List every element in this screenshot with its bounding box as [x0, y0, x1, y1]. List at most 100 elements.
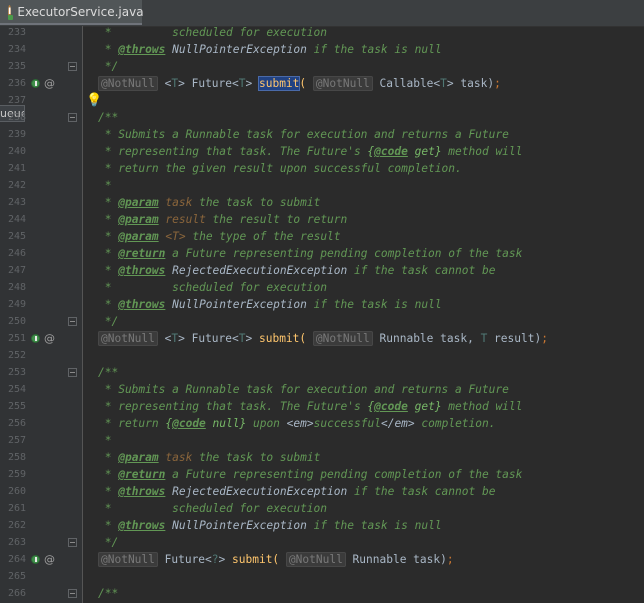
implemented-marker-icon[interactable]: @ — [31, 553, 55, 566]
line-number: 244 — [7, 214, 26, 225]
code-line[interactable]: 233 * scheduled for execution — [0, 24, 644, 41]
code-text: */ — [98, 315, 119, 328]
code-text: * @throws NullPointerException if the ta… — [98, 298, 442, 311]
line-number: 238 — [7, 112, 26, 123]
line-number: 266 — [7, 588, 26, 599]
code-line[interactable]: 255 * representing that task. The Future… — [0, 398, 644, 415]
code-text: * @param result the result to return — [98, 213, 348, 226]
code-line[interactable]: 260 * @throws RejectedExecutionException… — [0, 483, 644, 500]
code-text: * representing that task. The Future's {… — [98, 400, 523, 413]
code-line[interactable]: 238 /** — [0, 109, 644, 126]
fold-toggle-icon[interactable] — [68, 538, 77, 547]
code-line[interactable]: 243 * @param task the task to submit — [0, 194, 644, 211]
code-line[interactable]: 246 * @return a Future representing pend… — [0, 245, 644, 262]
line-number: 247 — [7, 265, 26, 276]
code-line[interactable]: 254 * Submits a Runnable task for execut… — [0, 381, 644, 398]
line-number: 250 — [7, 316, 26, 327]
code-text: * @param task the task to submit — [98, 196, 321, 209]
editor-tab-strip: I ExecutorService.java — [0, 0, 644, 27]
code-text: */ — [98, 536, 119, 549]
code-text: * Submits a Runnable task for execution … — [98, 128, 509, 141]
code-line[interactable]: 264 @NotNull Future<?> submit( @NotNull R… — [0, 551, 644, 568]
code-line[interactable]: 259 * @return a Future representing pend… — [0, 466, 644, 483]
java-interface-icon: I — [8, 4, 15, 20]
editor-tab-label: ExecutorService.java — [17, 4, 144, 19]
fold-toggle-icon[interactable] — [68, 589, 77, 598]
code-line[interactable]: 253 /** — [0, 364, 644, 381]
line-number: 248 — [7, 282, 26, 293]
code-text: * @return a Future representing pending … — [98, 468, 523, 481]
fold-toggle-icon[interactable] — [68, 62, 77, 71]
code-line[interactable]: 241 * return the given result upon succe… — [0, 160, 644, 177]
code-line[interactable]: 265 — [0, 568, 644, 585]
line-number: 245 — [7, 231, 26, 242]
line-number: 251 — [7, 333, 26, 344]
line-number: 263 — [7, 537, 26, 548]
fold-toggle-icon[interactable] — [68, 113, 77, 122]
line-number: 254 — [7, 384, 26, 395]
implemented-marker-icon[interactable]: @ — [31, 77, 55, 90]
line-number: 261 — [7, 503, 26, 514]
line-number: 241 — [7, 163, 26, 174]
code-line[interactable]: 266 /** — [0, 585, 644, 602]
code-text: * scheduled for execution — [98, 26, 328, 39]
line-number: 235 — [7, 61, 26, 72]
code-text: * @param <T> the type of the result — [98, 230, 341, 243]
code-text: * — [98, 179, 112, 192]
code-line[interactable]: 258 * @param task the task to submit — [0, 449, 644, 466]
fold-toggle-icon[interactable] — [68, 317, 77, 326]
fold-toggle-icon[interactable] — [68, 368, 77, 377]
code-text: * scheduled for execution — [98, 502, 328, 515]
implemented-marker-icon[interactable]: @ — [31, 332, 55, 345]
line-number: 256 — [7, 418, 26, 429]
line-number: 234 — [7, 44, 26, 55]
code-line[interactable]: 245 * @param <T> the type of the result — [0, 228, 644, 245]
code-line[interactable]: 252 — [0, 347, 644, 364]
line-number: 243 — [7, 197, 26, 208]
code-text: * @throws RejectedExecutionException if … — [98, 485, 496, 498]
line-number: 253 — [7, 367, 26, 378]
code-line[interactable]: 256 * return {@code null} upon <em>succe… — [0, 415, 644, 432]
code-line[interactable]: 262 * @throws NullPointerException if th… — [0, 517, 644, 534]
code-text: * return {@code null} upon <em>successfu… — [98, 417, 496, 430]
code-line[interactable]: 257 * — [0, 432, 644, 449]
line-number: 249 — [7, 299, 26, 310]
line-number: 246 — [7, 248, 26, 259]
line-number: 240 — [7, 146, 26, 157]
code-text: * @return a Future representing pending … — [98, 247, 523, 260]
code-line[interactable]: 235 */ — [0, 58, 644, 75]
code-text: * @throws NullPointerException if the ta… — [98, 519, 442, 532]
line-number: 237 — [7, 95, 26, 106]
code-line[interactable]: 236 @NotNull <T> Future<T> submit( @NotNu… — [0, 75, 644, 92]
code-line[interactable]: 263 */ — [0, 534, 644, 551]
code-line[interactable]: 244 * @param result the result to return — [0, 211, 644, 228]
code-line[interactable]: 234 * @throws NullPointerException if th… — [0, 41, 644, 58]
code-line[interactable]: 250 */ — [0, 313, 644, 330]
code-line[interactable]: 249 * @throws NullPointerException if th… — [0, 296, 644, 313]
line-number: 257 — [7, 435, 26, 446]
code-text: * Submits a Runnable task for execution … — [98, 383, 509, 396]
code-line[interactable]: 261 * scheduled for execution — [0, 500, 644, 517]
code-line[interactable]: 242 * — [0, 177, 644, 194]
code-line[interactable]: 248 * scheduled for execution — [0, 279, 644, 296]
code-text: @NotNull <T> Future<T> submit( @NotNull … — [98, 75, 501, 92]
line-number: 264 — [7, 554, 26, 565]
code-text: * return the given result upon successfu… — [98, 162, 462, 175]
code-line[interactable]: 237 — [0, 92, 644, 109]
line-number: 262 — [7, 520, 26, 531]
code-line[interactable]: 247 * @throws RejectedExecutionException… — [0, 262, 644, 279]
code-text: /** — [98, 587, 119, 600]
line-number: 259 — [7, 469, 26, 480]
line-number: 258 — [7, 452, 26, 463]
line-number: 242 — [7, 180, 26, 191]
code-line[interactable]: 251 @NotNull <T> Future<T> submit( @NotNu… — [0, 330, 644, 347]
line-number: 255 — [7, 401, 26, 412]
code-text: * scheduled for execution — [98, 281, 328, 294]
code-line[interactable]: 239 * Submits a Runnable task for execut… — [0, 126, 644, 143]
code-line[interactable]: 240 * representing that task. The Future… — [0, 143, 644, 160]
code-text: * @throws NullPointerException if the ta… — [98, 43, 442, 56]
code-text: * @param task the task to submit — [98, 451, 321, 464]
code-text: */ — [98, 60, 119, 73]
code-text: @NotNull Future<?> submit( @NotNull Runn… — [98, 551, 454, 568]
editor-tab[interactable]: I ExecutorService.java — [0, 0, 144, 25]
